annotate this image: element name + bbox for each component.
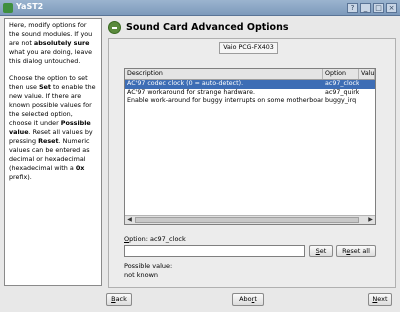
sound-card-icon (108, 20, 121, 34)
value-input[interactable] (124, 245, 305, 257)
row-description: AC'97 codec clock (0 = auto-detect). (127, 80, 244, 87)
possible-value-label: Possible value: (124, 262, 173, 270)
scrollbar-thumb[interactable] (135, 217, 359, 223)
maximize-icon[interactable]: □ (373, 3, 384, 13)
table-row[interactable]: Enable work-around for buggy interrupts … (125, 97, 375, 106)
options-table[interactable]: Description Option Value AC'97 codec clo… (124, 68, 376, 225)
reset-all-button[interactable]: Reset all (336, 245, 376, 257)
abort-button[interactable]: Abort (232, 293, 264, 306)
row-option: buggy_irq (325, 97, 357, 104)
row-description: Enable work-around for buggy interrupts … (127, 97, 323, 104)
column-header-value[interactable]: Value (359, 69, 375, 79)
dialog-header: Sound Card Advanced Options (108, 20, 289, 34)
column-header-description[interactable]: Description (125, 69, 323, 79)
next-button[interactable]: Next (368, 293, 392, 306)
set-button[interactable]: Set (309, 245, 333, 257)
minimize-icon[interactable]: _ (360, 3, 371, 13)
row-option: ac97_clock (325, 80, 359, 87)
help-button-icon[interactable]: ? (347, 3, 358, 13)
window-controls: ? _ □ × (347, 3, 397, 13)
row-description: AC'97 workaround for strange hardware. (127, 88, 255, 96)
option-label: Option: ac97_clock (124, 235, 186, 243)
window-titlebar[interactable]: YaST2 ? _ □ × (0, 0, 400, 16)
possible-value-text: not known (124, 270, 159, 279)
help-panel: Here, modify options for the sound modul… (4, 18, 102, 286)
row-option: ac97_quirk (325, 88, 359, 96)
close-icon[interactable]: × (386, 3, 397, 13)
scroll-right-icon[interactable]: ▶ (366, 216, 375, 224)
device-tab[interactable]: Vaio PCG-FX403 (219, 42, 278, 54)
row-value (359, 89, 375, 98)
yast-app-icon (3, 3, 13, 13)
window-title: YaST2 (16, 2, 44, 11)
table-row[interactable]: AC'97 workaround for strange hardware. a… (125, 89, 375, 98)
scroll-left-icon[interactable]: ◀ (125, 216, 134, 224)
back-button[interactable]: Back (106, 293, 132, 306)
help-paragraph-1: Here, modify options for the sound modul… (9, 21, 93, 65)
row-value (359, 80, 375, 89)
column-header-option[interactable]: Option (323, 69, 359, 79)
possible-value: Possible value: not known (124, 262, 172, 279)
table-header: Description Option Value (125, 69, 375, 80)
table-row[interactable]: AC'97 codec clock (0 = auto-detect). ac9… (125, 80, 375, 89)
dialog-title: Sound Card Advanced Options (126, 21, 289, 33)
row-value (359, 97, 375, 106)
option-current-value: ac97_clock (149, 235, 186, 243)
button-bar: Back Abort Next (0, 290, 400, 312)
horizontal-scrollbar[interactable]: ◀ ▶ (125, 215, 375, 224)
help-paragraph-2: Choose the option to set then use Set to… (9, 74, 96, 181)
